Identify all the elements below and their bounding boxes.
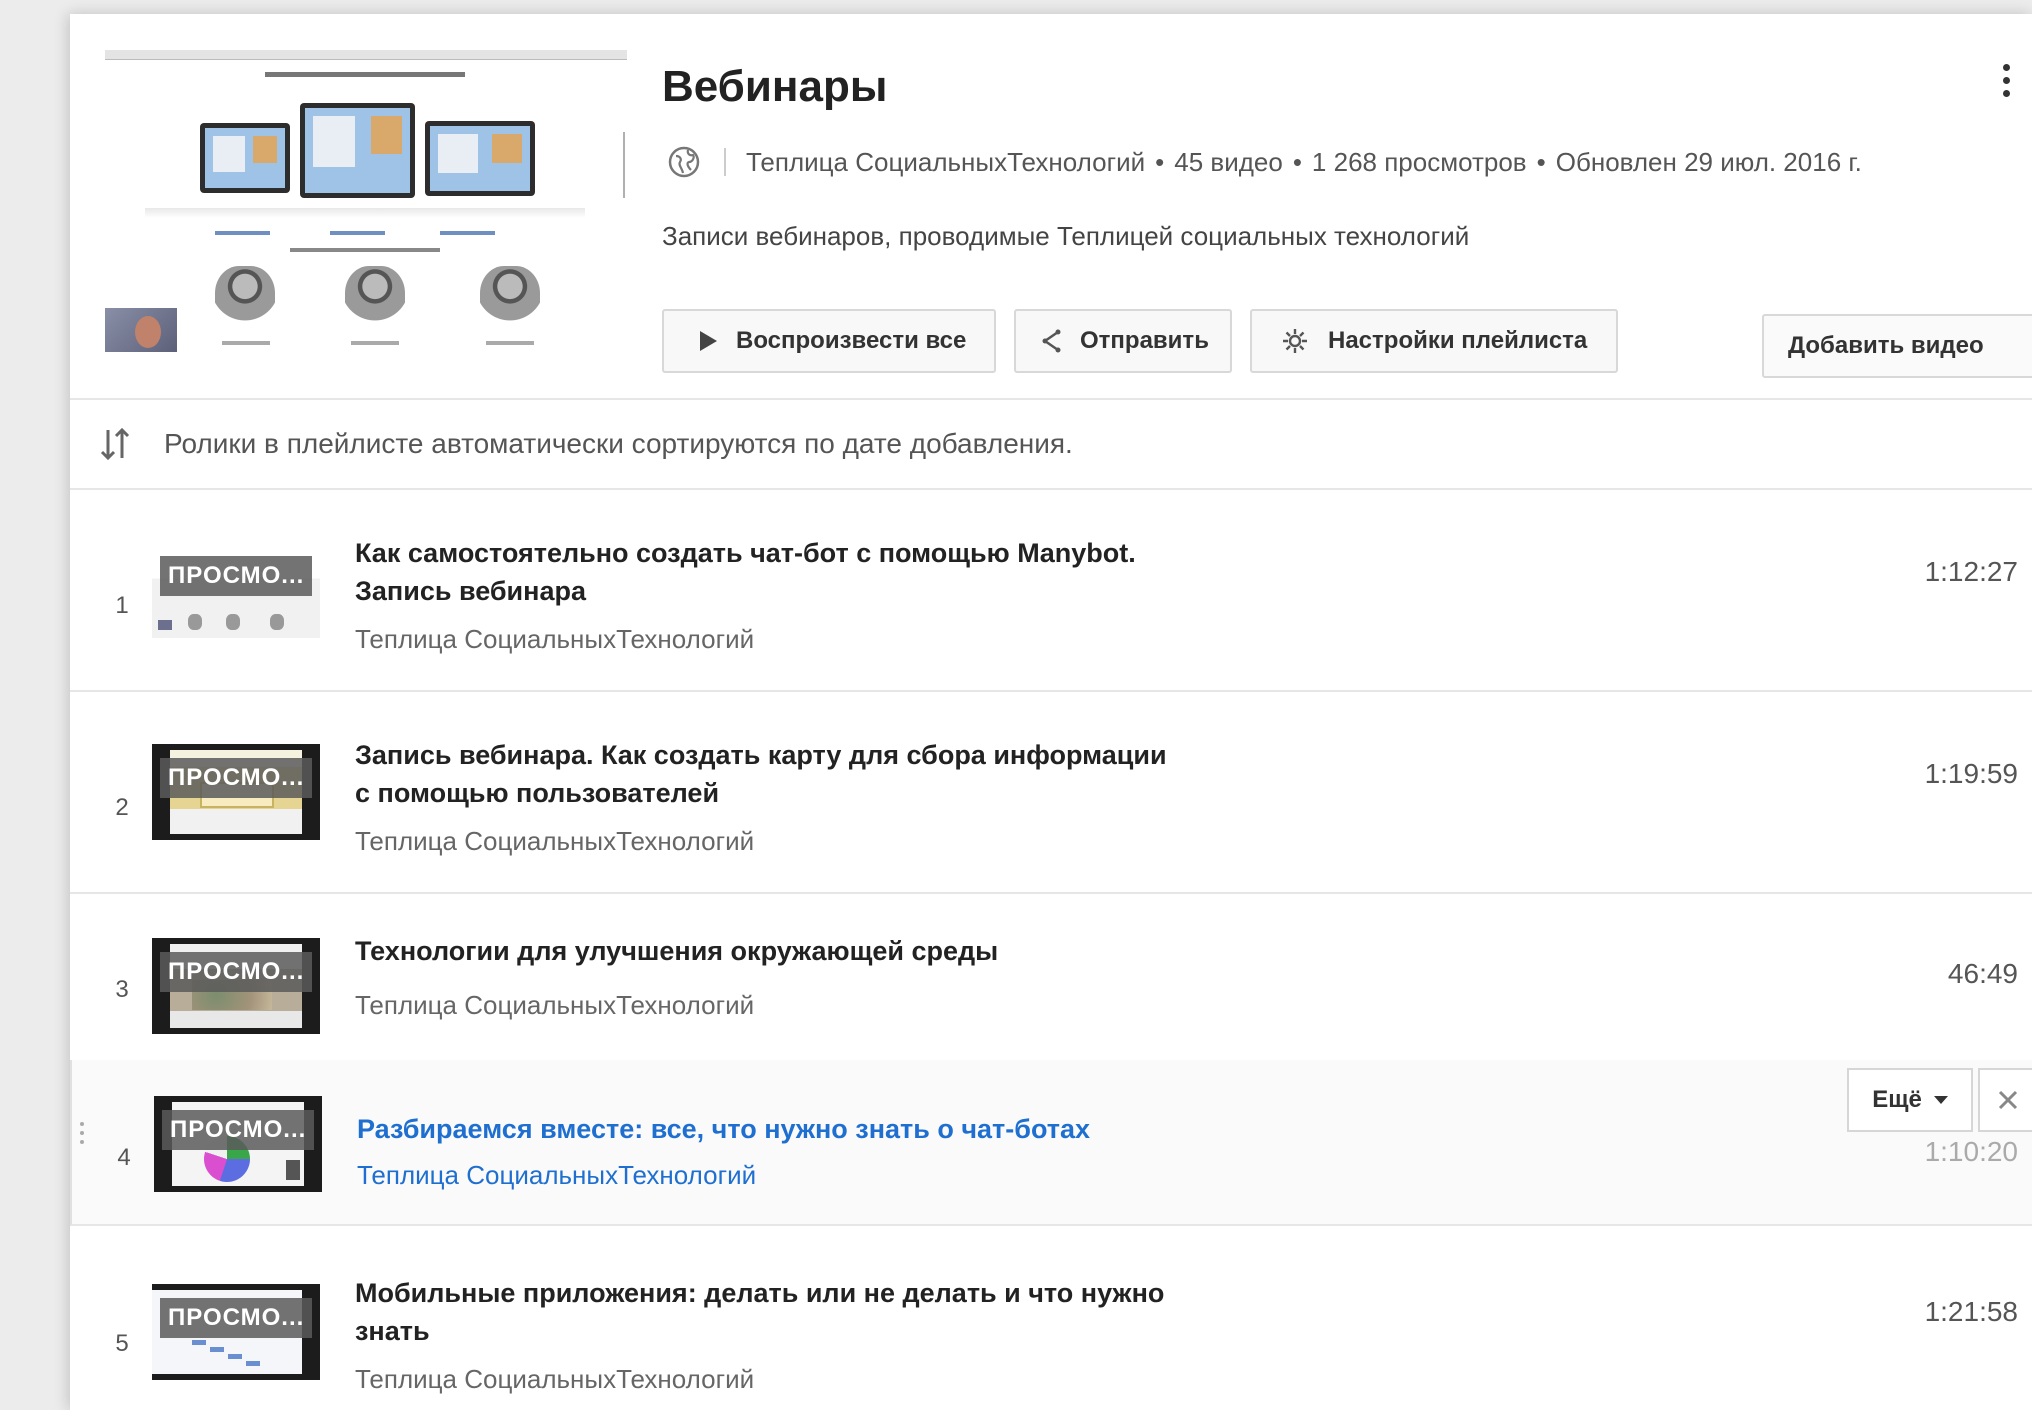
add-video-label: Добавить видео [1788, 332, 1984, 359]
playlist-video-row[interactable]: 2 ПРОСМО... Запись вебинара. Как создать… [70, 692, 2032, 894]
video-title[interactable]: Мобильные приложения: делать или не дела… [355, 1274, 1255, 1350]
watch-later-badge: ПРОСМО... [160, 952, 313, 992]
meta-separator [724, 148, 726, 176]
more-options-icon[interactable] [1995, 64, 2017, 108]
thumbnail-figure-label [486, 341, 534, 345]
playlist-page: Вебинары Теплица СоциальныхТехнологий • 45… [70, 14, 2032, 1410]
video-index: 5 [115, 1330, 129, 1357]
playlist-settings-button[interactable]: Настройки плейлиста [1250, 309, 1618, 373]
watch-later-badge: ПРОСМО... [162, 1110, 315, 1150]
video-channel[interactable]: Теплица СоциальныхТехнологий [355, 624, 754, 655]
thumbnail-shadow [145, 208, 585, 218]
video-thumbnail[interactable]: ПРОСМО... [152, 1284, 320, 1380]
add-video-button[interactable]: Добавить видео [1762, 314, 2032, 378]
video-channel[interactable]: Теплица СоциальныхТехнологий [355, 1364, 754, 1395]
video-thumbnail[interactable]: ПРОСМО... [152, 938, 320, 1034]
sort-notice-text: Ролики в плейлисте автоматически сортиру… [164, 428, 1073, 459]
thumbnail-figure-label [222, 341, 270, 345]
video-title-line: Разбираемся вместе: все, что нужно знать… [357, 1114, 1091, 1144]
video-title[interactable]: Разбираемся вместе: все, что нужно знать… [357, 1110, 1257, 1148]
gear-icon [1280, 326, 1310, 356]
video-duration: 1:21:58 [1924, 1296, 2018, 1327]
device-laptop-left [200, 123, 290, 193]
playlist-settings-label: Настройки плейлиста [1328, 327, 1588, 354]
play-all-button[interactable]: Воспроизвести все [662, 309, 996, 373]
sort-icon [100, 427, 130, 461]
video-title[interactable]: Запись вебинара. Как создать карту для с… [355, 736, 1255, 812]
playlist-video-count: 45 видео [1174, 146, 1283, 177]
video-duration: 1:10:20 [1924, 1136, 2018, 1167]
playlist-video-row[interactable]: 1 ПРОСМО... Как самостоятельно создать ч… [70, 490, 2032, 692]
video-index: 3 [115, 976, 129, 1003]
remove-video-button[interactable] [1978, 1068, 2032, 1132]
playlist-title: Вебинары [662, 62, 888, 111]
video-title-line: с помощью пользователей [355, 778, 720, 808]
device-monitor [300, 103, 415, 198]
video-thumbnail[interactable]: ПРОСМО... [154, 1096, 322, 1192]
sort-notice-bar: Ролики в плейлисте автоматически сортиру… [70, 400, 2032, 490]
video-title-line: Запись вебинара. Как создать карту для с… [355, 740, 1167, 770]
watch-later-badge: ПРОСМО... [160, 556, 313, 596]
drag-handle-icon[interactable] [80, 1122, 86, 1152]
video-duration: 1:12:27 [1924, 556, 2018, 587]
video-index: 1 [115, 592, 129, 619]
thumbnail-label [330, 231, 385, 235]
playlist-header: Вебинары Теплица СоциальныхТехнологий • 45… [70, 14, 2032, 400]
video-title-line: Запись вебинара [355, 576, 586, 606]
playlist-video-row[interactable]: 5 ПРОСМО... Мобильные приложения: делать… [70, 1228, 2032, 1410]
share-icon [1040, 329, 1062, 353]
video-title[interactable]: Технологии для улучшения окружающей сред… [355, 932, 1255, 970]
thumbnail-devices-illustration [180, 93, 540, 203]
play-icon [698, 330, 718, 352]
thumbnail-figure [215, 266, 275, 334]
device-laptop-right [425, 121, 535, 196]
video-title-line: Как самостоятельно создать чат-бот с пом… [355, 538, 1136, 568]
playlist-views: 1 268 просмотров [1311, 146, 1527, 177]
share-button[interactable]: Отправить [1014, 309, 1232, 373]
thumbnail-figure [480, 266, 540, 334]
header-divider [623, 132, 625, 198]
thumbnail-caption-line [265, 72, 465, 77]
thumbnail-label [215, 231, 270, 235]
video-title-line: знать [355, 1316, 430, 1346]
globe-icon[interactable] [666, 144, 702, 180]
video-title-line: Мобильные приложения: делать или не дела… [355, 1278, 1165, 1308]
playlist-meta-text: Теплица СоциальныхТехнологий • 45 видео • 1 … [746, 146, 1862, 177]
playlist-description: Записи вебинаров, проводимые Теплицей со… [662, 221, 1470, 251]
video-index: 2 [115, 794, 129, 821]
video-title-line: Технологии для улучшения окружающей сред… [355, 936, 999, 966]
chevron-down-icon [1933, 1096, 1948, 1104]
close-icon [1998, 1090, 2018, 1110]
thumbnail-figure [345, 266, 405, 334]
thumbnail-browser-bar [105, 50, 627, 60]
webcam-presenter-image [105, 308, 177, 352]
thumbnail-caption-line [290, 248, 440, 252]
video-duration: 46:49 [1947, 958, 2018, 989]
watch-later-badge: ПРОСМО... [160, 758, 313, 798]
playlist-video-row-hovered[interactable]: 4 ПРОСМО... Разбираемся вместе: все, что… [70, 1060, 2032, 1226]
video-duration: 1:19:59 [1924, 758, 2018, 789]
video-thumbnail[interactable]: ПРОСМО... [152, 744, 320, 840]
more-actions-button[interactable]: Ещё [1847, 1068, 1973, 1132]
playlist-thumbnail[interactable] [105, 38, 627, 356]
playlist-meta: Теплица СоциальныхТехнологий • 45 видео • 1 … [666, 142, 1862, 182]
video-index: 4 [117, 1144, 131, 1171]
video-channel[interactable]: Теплица СоциальныхТехнологий [355, 990, 754, 1021]
play-all-label: Воспроизвести все [736, 327, 967, 354]
video-title[interactable]: Как самостоятельно создать чат-бот с пом… [355, 534, 1255, 610]
share-label: Отправить [1080, 327, 1209, 354]
playlist-channel-link[interactable]: Теплица СоциальныхТехнологий [746, 147, 1145, 177]
video-thumbnail[interactable]: ПРОСМО... [152, 542, 320, 638]
watch-later-badge: ПРОСМО... [160, 1298, 313, 1338]
video-channel[interactable]: Теплица СоциальныхТехнологий [357, 1160, 756, 1191]
thumbnail-label [440, 231, 495, 235]
thumbnail-figure-label [351, 341, 399, 345]
video-channel[interactable]: Теплица СоциальныхТехнологий [355, 826, 754, 857]
playlist-video-row[interactable]: 3 ПРОСМО... Технологии для улучшения окр… [70, 894, 2032, 1076]
playlist-updated: Обновлен 29 июл. 2016 г. [1555, 146, 1862, 177]
more-actions-label: Ещё [1872, 1086, 1922, 1113]
